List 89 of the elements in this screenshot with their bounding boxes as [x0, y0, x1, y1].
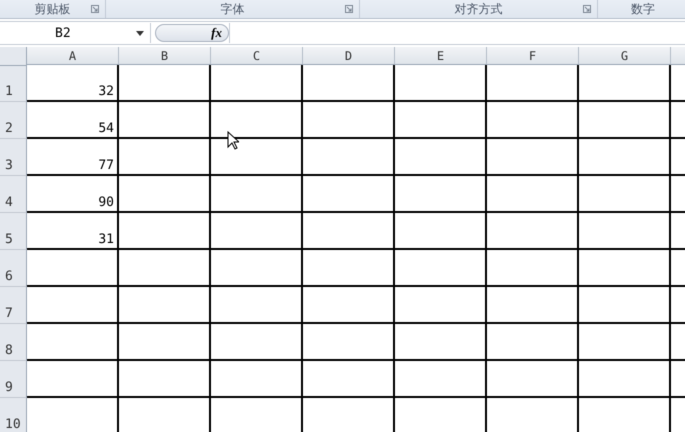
- table-cell[interactable]: [579, 139, 671, 176]
- ribbon-group-label: 数字: [631, 0, 655, 18]
- table-cell[interactable]: 77: [27, 139, 119, 176]
- table-cell[interactable]: [395, 102, 487, 139]
- table-cell[interactable]: [303, 139, 395, 176]
- table-cell[interactable]: [211, 65, 303, 102]
- table-cell[interactable]: [487, 250, 579, 287]
- table-cell[interactable]: [395, 65, 487, 102]
- table-cell[interactable]: [211, 361, 303, 398]
- table-cell[interactable]: 90: [27, 176, 119, 213]
- table-cell[interactable]: [579, 102, 671, 139]
- ribbon-group-label: 字体: [220, 0, 244, 18]
- table-cell[interactable]: [395, 139, 487, 176]
- table-cell[interactable]: 54: [27, 102, 119, 139]
- table-cell[interactable]: [211, 287, 303, 324]
- table-cell[interactable]: [27, 287, 119, 324]
- table-cell[interactable]: 31: [27, 213, 119, 250]
- table-cell[interactable]: [487, 139, 579, 176]
- table-cell[interactable]: [303, 176, 395, 213]
- column-header[interactable]: B: [119, 47, 211, 65]
- table-cell[interactable]: [487, 361, 579, 398]
- table-cell[interactable]: [119, 139, 211, 176]
- table-cell[interactable]: [211, 213, 303, 250]
- column-header[interactable]: E: [395, 47, 487, 65]
- table-cell[interactable]: [579, 213, 671, 250]
- table-cell[interactable]: [303, 324, 395, 361]
- table-cell[interactable]: [119, 65, 211, 102]
- table-cell[interactable]: [27, 250, 119, 287]
- table-cell[interactable]: [579, 250, 671, 287]
- table-cell[interactable]: [119, 361, 211, 398]
- caret-icon[interactable]: [136, 31, 144, 36]
- table-cell[interactable]: [211, 250, 303, 287]
- table-cell[interactable]: [119, 324, 211, 361]
- table-cell[interactable]: [487, 213, 579, 250]
- table-cell[interactable]: [487, 324, 579, 361]
- table-cell[interactable]: [579, 176, 671, 213]
- table-cell[interactable]: [395, 250, 487, 287]
- row-header[interactable]: 4: [0, 176, 27, 213]
- table-cell[interactable]: [579, 287, 671, 324]
- ribbon-group-label: 对齐方式: [454, 0, 502, 18]
- table-cell[interactable]: [579, 65, 671, 102]
- table-cell[interactable]: [303, 213, 395, 250]
- row-header[interactable]: 7: [0, 287, 27, 324]
- table-cell[interactable]: [395, 176, 487, 213]
- table-cell[interactable]: [487, 287, 579, 324]
- table-cell[interactable]: [303, 361, 395, 398]
- table-cell[interactable]: [579, 361, 671, 398]
- table-cell[interactable]: [27, 324, 119, 361]
- table-cell[interactable]: [119, 213, 211, 250]
- table-cell[interactable]: [119, 250, 211, 287]
- row-header[interactable]: 3: [0, 139, 27, 176]
- row-header[interactable]: 2: [0, 102, 27, 139]
- table-cell[interactable]: [395, 213, 487, 250]
- table-cell[interactable]: 32: [27, 65, 119, 102]
- table-cell[interactable]: [395, 361, 487, 398]
- column-header[interactable]: G: [579, 47, 671, 65]
- table-cell[interactable]: [211, 324, 303, 361]
- row-header[interactable]: 10: [0, 398, 27, 432]
- row-header[interactable]: 9: [0, 361, 27, 398]
- table-cell[interactable]: [395, 287, 487, 324]
- column-header[interactable]: A: [27, 47, 119, 65]
- table-cell[interactable]: [303, 102, 395, 139]
- table-cell[interactable]: [303, 65, 395, 102]
- row-header[interactable]: 1: [0, 65, 27, 102]
- table-cell[interactable]: [579, 324, 671, 361]
- dialog-launcher-icon[interactable]: [345, 5, 353, 13]
- table-cell[interactable]: [487, 176, 579, 213]
- name-box[interactable]: B2: [0, 23, 151, 43]
- mouse-pointer-icon: [227, 131, 239, 150]
- table-cell[interactable]: [119, 287, 211, 324]
- table-cell[interactable]: [303, 287, 395, 324]
- table-cell[interactable]: [211, 176, 303, 213]
- row-header[interactable]: 8: [0, 324, 27, 361]
- row-header[interactable]: 5: [0, 213, 27, 250]
- table-cell[interactable]: [27, 361, 119, 398]
- table-cell[interactable]: [119, 176, 211, 213]
- table-cell[interactable]: [303, 250, 395, 287]
- table-cell[interactable]: [487, 102, 579, 139]
- dialog-launcher-icon[interactable]: [91, 5, 99, 13]
- table-cell[interactable]: [487, 65, 579, 102]
- column-header[interactable]: F: [487, 47, 579, 65]
- column-header[interactable]: C: [211, 47, 303, 65]
- table-cell[interactable]: [395, 324, 487, 361]
- column-header[interactable]: D: [303, 47, 395, 65]
- dialog-launcher-icon[interactable]: [583, 5, 591, 13]
- row-header[interactable]: 6: [0, 250, 27, 287]
- ribbon-group-label: 剪贴板: [34, 0, 70, 18]
- insert-function-button[interactable]: fx: [155, 24, 229, 42]
- table-cell[interactable]: [119, 102, 211, 139]
